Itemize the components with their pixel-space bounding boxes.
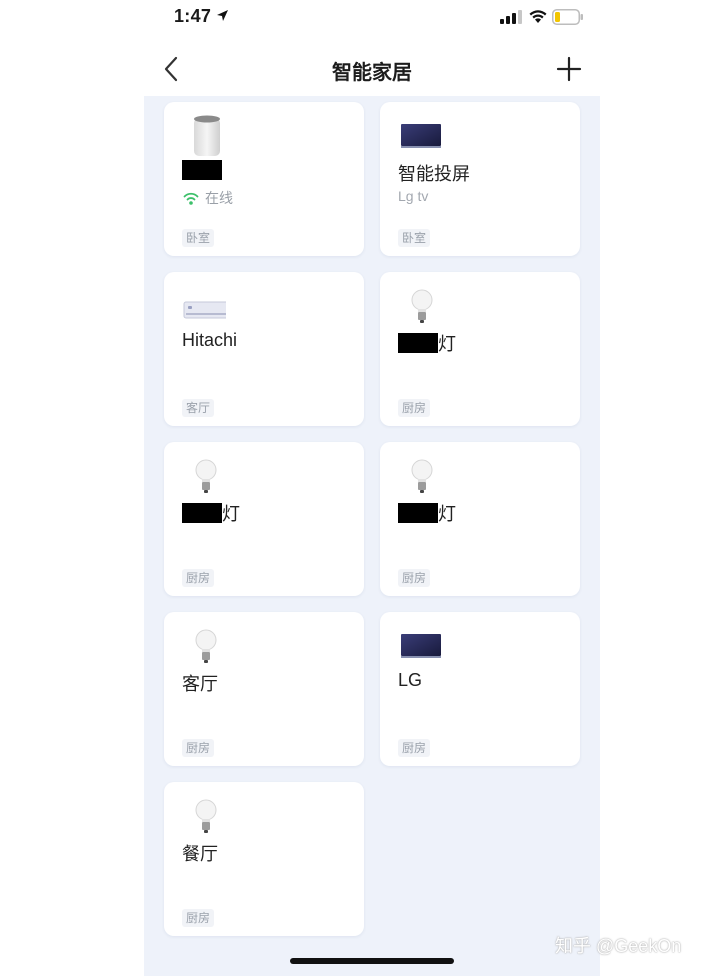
device-card-living-room-light[interactable]: 客厅 厨房 — [164, 612, 364, 766]
room-tag: 客厅 — [182, 399, 215, 417]
device-card-light[interactable]: 灯 厨房 — [164, 442, 364, 596]
room-tag: 厨房 — [398, 569, 431, 587]
light-bulb-icon — [195, 629, 217, 663]
light-bulb-icon — [411, 459, 433, 493]
air-conditioner-icon — [183, 301, 226, 319]
device-subtitle: Lg tv — [398, 188, 429, 204]
room-tag: 厨房 — [398, 739, 431, 757]
location-arrow-icon — [217, 10, 228, 21]
tv-icon — [401, 124, 441, 148]
device-name: 灯 — [182, 500, 240, 526]
wifi-icon — [529, 10, 547, 23]
device-name: LG — [398, 670, 423, 690]
redacted-name-block — [398, 503, 438, 523]
device-name: Hitachi — [182, 330, 238, 350]
navigation-bar: 智能家居 — [144, 44, 600, 96]
tv-icon — [401, 634, 441, 658]
smart-speaker-icon — [194, 115, 220, 156]
redacted-name-block — [182, 503, 222, 523]
device-card-dining-room-light[interactable]: 餐厅 厨房 — [164, 782, 364, 936]
device-name: 餐厅 — [182, 844, 218, 864]
device-card-lg-tv[interactable]: LG 厨房 — [380, 612, 580, 766]
room-tag: 厨房 — [182, 739, 215, 757]
device-name: 智能投屏 — [398, 164, 470, 184]
home-indicator[interactable] — [290, 958, 454, 964]
page-title: 智能家居 — [332, 62, 412, 84]
device-card-light[interactable]: 灯 厨房 — [380, 272, 580, 426]
room-tag: 厨房 — [398, 399, 431, 417]
device-card-hitachi[interactable]: Hitachi 客厅 — [164, 272, 364, 426]
device-name: 灯 — [398, 330, 456, 356]
watermark-text: 知乎 @GeekOn — [555, 936, 682, 956]
light-bulb-icon — [195, 459, 217, 493]
device-name: 客厅 — [182, 674, 218, 694]
add-device-plus-icon[interactable] — [554, 54, 584, 84]
light-bulb-icon — [411, 289, 433, 323]
device-grid: 在线 卧室 智能投屏 Lg tv 卧室 Hitachi 客厅 灯 厨房 灯 厨房… — [144, 96, 600, 976]
device-name-suffix: 灯 — [438, 334, 456, 354]
online-status: 在线 — [182, 188, 233, 208]
redacted-name-block — [182, 160, 222, 180]
room-tag: 厨房 — [182, 909, 215, 927]
status-text: 在线 — [205, 190, 233, 206]
device-card-light[interactable]: 灯 厨房 — [380, 442, 580, 596]
redacted-name-block — [398, 333, 438, 353]
device-card-speaker[interactable]: 在线 卧室 — [164, 102, 364, 256]
light-bulb-icon — [195, 799, 217, 833]
device-name-suffix: 灯 — [438, 504, 456, 524]
room-tag: 厨房 — [182, 569, 215, 587]
status-bar: 1:47 — [0, 0, 720, 36]
device-name — [182, 160, 222, 180]
device-name: 灯 — [398, 500, 456, 526]
device-card-screen-cast[interactable]: 智能投屏 Lg tv 卧室 — [380, 102, 580, 256]
status-time: 1:47 — [174, 6, 212, 26]
room-tag: 卧室 — [182, 229, 215, 247]
signal-icon — [500, 10, 522, 24]
battery-icon — [552, 9, 583, 25]
wifi-online-icon — [183, 192, 199, 205]
device-name-suffix: 灯 — [222, 504, 240, 524]
room-tag: 卧室 — [398, 229, 431, 247]
